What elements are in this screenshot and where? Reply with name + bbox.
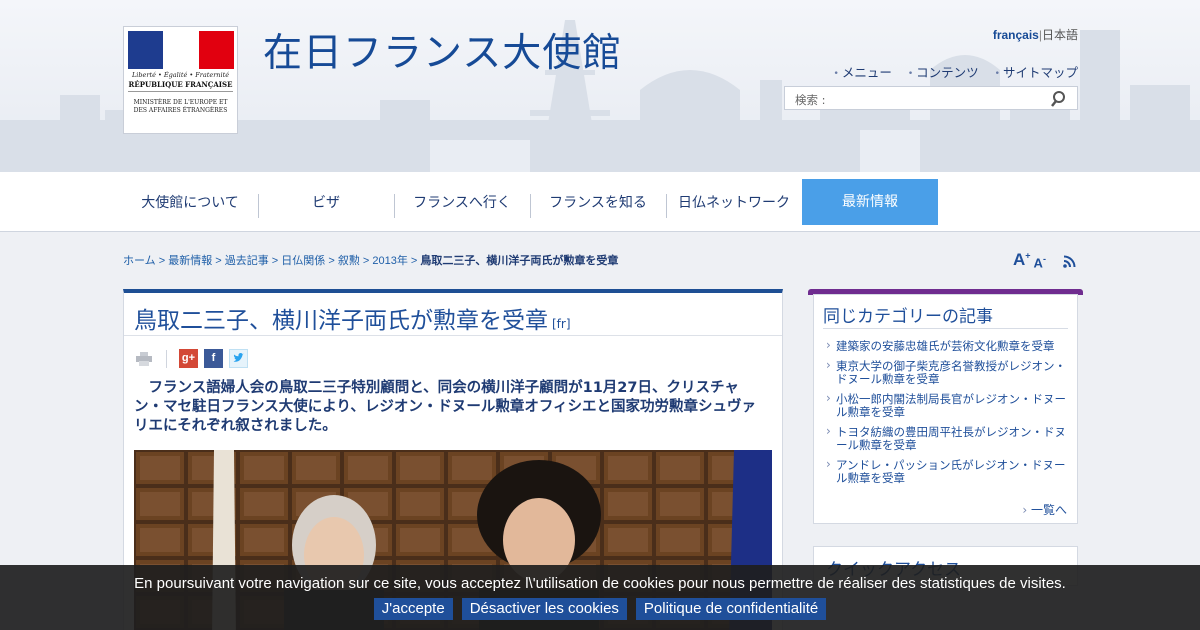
cookie-actions: J'accepte Désactiver les cookies Politiq…: [0, 598, 1200, 620]
nav-divider: [530, 194, 531, 218]
cookie-banner: En poursuivant votre navigation sur ce s…: [0, 565, 1200, 630]
search-input[interactable]: 検索 :: [784, 86, 1078, 110]
logo-republic: RÉPUBLIQUE FRANÇAISE: [128, 80, 233, 89]
nav-item-embassy[interactable]: 大使館について: [130, 192, 250, 212]
title-divider: [124, 335, 782, 336]
related-article-link[interactable]: トヨタ紡織の豊田周平社長がレジオン・ドヌール勲章を受章: [826, 425, 1068, 453]
print-icon[interactable]: [136, 351, 152, 366]
nav-divider: [666, 194, 667, 218]
breadcrumb-trail[interactable]: ホーム > 最新情報 > 過去記事 > 日仏関係 > 叙勲 > 2013年 >: [123, 255, 420, 267]
site-header: Liberté • Égalité • Fraternité RÉPUBLIQU…: [0, 0, 1200, 172]
see-all-link[interactable]: 一覧へ: [1022, 501, 1067, 518]
lang-japanese-link[interactable]: 日本語: [1042, 28, 1078, 42]
marianne-logo[interactable]: Liberté • Égalité • Fraternité RÉPUBLIQU…: [123, 26, 238, 134]
nav-item-visa[interactable]: ビザ: [266, 192, 386, 212]
cookie-message: En poursuivant votre navigation sur ce s…: [134, 575, 1066, 592]
related-articles-list: 建築家の安藤忠雄氏が芸術文化勲章を受章 東京大学の御子柴克彦名誉教授がレジオン・…: [826, 339, 1068, 492]
share-divider: [166, 349, 167, 368]
twitter-share-icon[interactable]: [229, 349, 248, 368]
language-switcher: français|日本語: [993, 26, 1078, 43]
nav-item-news-active[interactable]: 最新情報: [802, 179, 938, 225]
rss-icon[interactable]: [1063, 255, 1076, 268]
top-links: メニュー コンテンツ サイトマップ: [834, 62, 1078, 81]
disable-cookies-button[interactable]: Désactiver les cookies: [461, 598, 627, 620]
related-articles-box: 同じカテゴリーの記事 建築家の安藤忠雄氏が芸術文化勲章を受章 東京大学の御子柴克…: [813, 294, 1078, 524]
font-decrease-sign: -: [1042, 253, 1046, 264]
nav-item-network[interactable]: 日仏ネットワーク: [674, 192, 794, 212]
article-french-link[interactable]: [fr]: [552, 317, 571, 331]
site-title[interactable]: 在日フランス大使館: [263, 22, 622, 78]
font-increase-sign: +: [1025, 250, 1031, 261]
main-nav: 大使館について ビザ フランスへ行く フランスを知る 日仏ネットワーク 最新情報: [0, 172, 1200, 232]
breadcrumb: ホーム > 最新情報 > 過去記事 > 日仏関係 > 叙勲 > 2013年 > …: [123, 252, 618, 268]
heading-divider: [823, 328, 1068, 329]
nav-divider: [258, 194, 259, 218]
related-article-link[interactable]: 小松一郎内閣法制局長官がレジオン・ドヌール勲章を受章: [826, 392, 1068, 420]
logo-motto: Liberté • Égalité • Fraternité: [131, 71, 230, 79]
article-title: 鳥取二三子、横川洋子両氏が勲章を受章 [fr]: [134, 301, 571, 335]
page-tools: A+ A-: [1013, 250, 1076, 270]
share-bar: g+ f: [136, 349, 248, 368]
lang-french-link[interactable]: français: [993, 28, 1039, 42]
nav-divider: [394, 194, 395, 218]
font-decrease-button[interactable]: A-: [1034, 254, 1046, 270]
logo-divider: [128, 91, 233, 92]
logo-ministry: MINISTÈRE DE L'EUROPE ET DES AFFAIRES ÉT…: [133, 99, 228, 114]
nav-item-go-to-france[interactable]: フランスへ行く: [402, 192, 522, 212]
privacy-policy-button[interactable]: Politique de confidentialité: [635, 598, 827, 620]
facebook-share-icon[interactable]: f: [204, 349, 223, 368]
breadcrumb-current: 鳥取二三子、横川洋子両氏が勲章を受章: [420, 255, 619, 267]
related-articles-heading: 同じカテゴリーの記事: [823, 307, 993, 327]
article-title-text: 鳥取二三子、横川洋子両氏が勲章を受章: [134, 308, 548, 334]
google-plus-share-icon[interactable]: g+: [179, 349, 198, 368]
accept-cookies-button[interactable]: J'accepte: [373, 598, 453, 620]
search-placeholder: 検索 :: [795, 93, 826, 107]
search-icon[interactable]: [1049, 90, 1067, 108]
top-link-menu[interactable]: メニュー: [834, 62, 892, 81]
article-lead: フランス語婦人会の鳥取二三子特別顧問と、同会の横川洋子顧問が11月27日、クリス…: [134, 380, 757, 434]
font-increase-label: A: [1013, 250, 1026, 269]
nav-item-know-france[interactable]: フランスを知る: [538, 192, 658, 212]
related-articles-panel: 同じカテゴリーの記事 建築家の安藤忠雄氏が芸術文化勲章を受章 東京大学の御子柴克…: [808, 289, 1083, 525]
top-link-contents[interactable]: コンテンツ: [908, 62, 979, 81]
top-link-sitemap[interactable]: サイトマップ: [995, 62, 1078, 81]
font-increase-button[interactable]: A+: [1013, 250, 1031, 270]
tricolor-flag-icon: [128, 31, 234, 69]
related-article-link[interactable]: 建築家の安藤忠雄氏が芸術文化勲章を受章: [826, 339, 1068, 354]
font-decrease-label: A: [1033, 255, 1043, 270]
related-article-link[interactable]: アンドレ・パッション氏がレジオン・ドヌール勲章を受章: [826, 458, 1068, 486]
related-article-link[interactable]: 東京大学の御子柴克彦名誉教授がレジオン・ドヌール勲章を受章: [826, 359, 1068, 387]
